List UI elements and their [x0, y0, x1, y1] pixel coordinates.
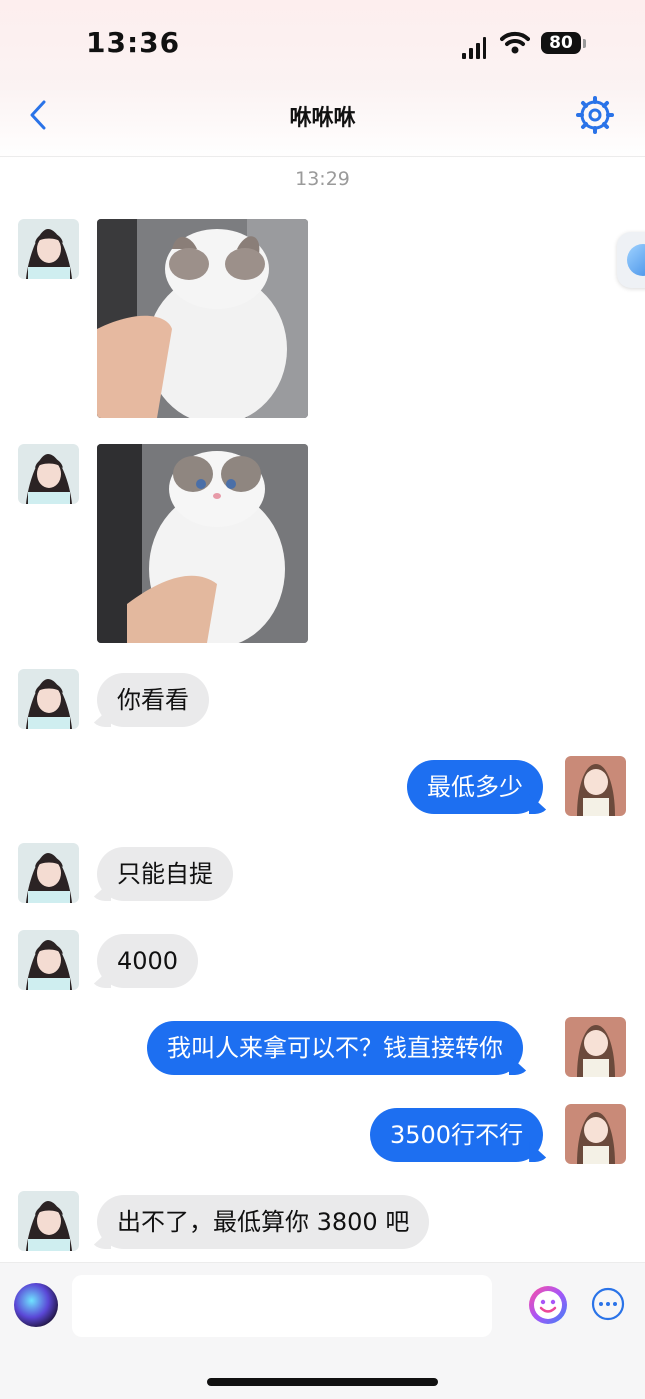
user-avatar[interactable]: [565, 1104, 626, 1164]
contact-avatar[interactable]: [18, 843, 79, 903]
gear-icon[interactable]: [576, 96, 614, 134]
cat-photo-1: [97, 219, 308, 418]
nav-bar: 咻咻咻: [0, 88, 645, 157]
message-bubble-outgoing[interactable]: 我叫人来拿可以不？钱直接转你: [147, 1021, 523, 1075]
contact-avatar[interactable]: [18, 930, 79, 990]
message-bubble-incoming[interactable]: 只能自提: [97, 847, 233, 901]
cellular-signal-icon: [462, 37, 486, 59]
message-bubble-incoming[interactable]: 你看看: [97, 673, 209, 727]
chat-image-cat[interactable]: [97, 219, 308, 418]
status-time: 13:36: [86, 26, 181, 59]
message-bubble-incoming[interactable]: 4000: [97, 934, 199, 988]
message-bubble-incoming[interactable]: 出不了，最低算你 3800 吧: [97, 1195, 430, 1249]
chat-image-cat[interactable]: [97, 444, 308, 643]
compass-icon: [627, 244, 645, 276]
voice-assistant-icon[interactable]: [14, 1283, 58, 1327]
chat-title: 咻咻咻: [289, 106, 356, 131]
battery-level: 80: [549, 33, 573, 53]
status-bar: 13:36 80: [0, 0, 645, 90]
user-avatar[interactable]: [565, 756, 626, 816]
battery-cap: [583, 39, 586, 48]
message-input[interactable]: [72, 1275, 492, 1337]
message-bubble-outgoing[interactable]: 3500行不行: [370, 1108, 544, 1162]
contact-avatar[interactable]: [18, 219, 79, 279]
message-bubble-outgoing[interactable]: 最低多少: [407, 760, 543, 814]
wifi-icon: [500, 31, 530, 54]
chat-timestamp: 13:29: [295, 168, 350, 190]
home-indicator[interactable]: [207, 1378, 438, 1386]
user-avatar[interactable]: [565, 1017, 626, 1077]
battery-indicator: 80: [541, 32, 587, 56]
contact-avatar[interactable]: [18, 1191, 79, 1251]
contact-avatar[interactable]: [18, 669, 79, 729]
cat-photo-2: [97, 444, 308, 643]
contact-avatar[interactable]: [18, 444, 79, 504]
emoji-icon[interactable]: [527, 1284, 569, 1326]
more-icon[interactable]: [591, 1287, 625, 1321]
floating-assistant-button[interactable]: [617, 232, 645, 288]
